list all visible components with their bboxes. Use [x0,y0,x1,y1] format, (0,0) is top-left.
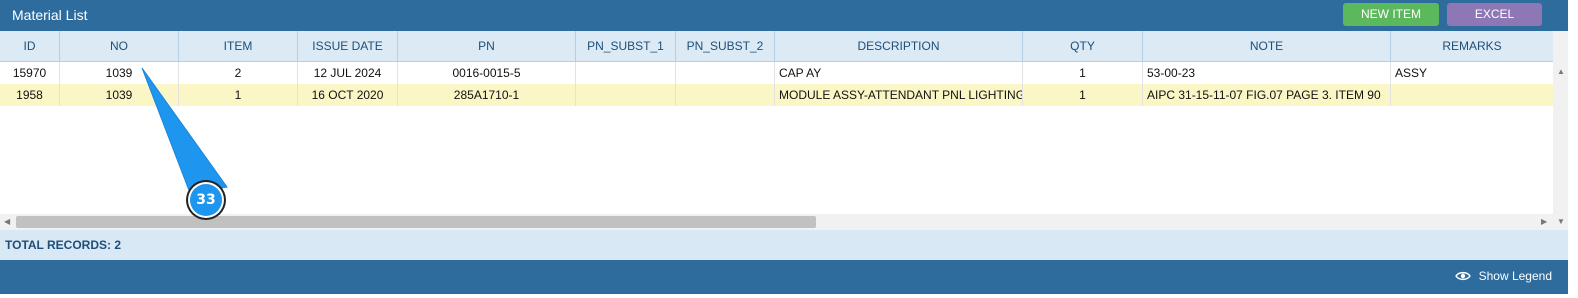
horizontal-scrollbar[interactable]: ◀ ▶ [0,214,1553,230]
cell-remarks: ASSY [1395,66,1428,80]
cell-item: 2 [179,62,298,84]
table-row[interactable]: 15970 1039 2 12 JUL 2024 0016-0015-5 CAP… [0,62,1553,85]
column-header-pn[interactable]: PN [398,31,576,61]
cell-pn-subst-1 [576,62,676,84]
cell-qty: 1 [1023,62,1143,84]
cell-no: 1039 [60,84,179,106]
vertical-scrollbar[interactable]: ▲ ▼ [1553,31,1568,230]
cell-note: AIPC 31-15-11-07 FIG.07 PAGE 3. ITEM 90 [1143,84,1391,106]
cell-description: MODULE ASSY-ATTENDANT PNL LIGHTING [775,84,1023,106]
column-header-id[interactable]: ID [0,31,60,61]
column-header-pn-subst-1[interactable]: PN_SUBST_1 [576,31,676,61]
eye-icon [1454,271,1471,281]
show-legend-button[interactable]: Show Legend [1454,269,1552,283]
cell-note: 53-00-23 [1143,62,1391,84]
column-header-remarks[interactable]: REMARKS [1391,31,1553,61]
cell-item: 1 [179,84,298,106]
column-header-issue-date[interactable]: ISSUE DATE [298,31,398,61]
bottom-toolbar: Show Legend [0,260,1568,294]
cell-pn: 285A1710-1 [398,84,576,106]
cell-pn-subst-2 [676,62,775,84]
column-header-description[interactable]: DESCRIPTION [775,31,1023,61]
cell-remarks [1391,84,1553,106]
cell-no: 1039 [60,62,179,84]
cell-pn-subst-1 [576,84,676,106]
table-row[interactable]: 1958 1039 1 16 OCT 2020 285A1710-1 MODUL… [0,84,1553,106]
scrollbar-thumb[interactable] [16,216,816,228]
new-item-button[interactable]: NEW ITEM [1343,3,1439,26]
column-header-note[interactable]: NOTE [1143,31,1391,61]
callout-number: 33 [196,192,216,208]
excel-button[interactable]: EXCEL [1447,3,1542,26]
column-header-pn-subst-2[interactable]: PN_SUBST_2 [676,31,775,61]
column-header-no[interactable]: NO [60,31,179,61]
cell-pn: 0016-0015-5 [398,62,576,84]
column-header-item[interactable]: ITEM [179,31,298,61]
window-title: Material List [12,7,88,23]
cell-pn-subst-2 [676,84,775,106]
show-legend-label: Show Legend [1478,269,1552,283]
cell-issue-date: 12 JUL 2024 [298,62,398,84]
arrow-down-icon[interactable]: ▼ [1557,217,1565,227]
total-records: TOTAL RECORDS: 2 [5,238,122,252]
cell-issue-date: 16 OCT 2020 [298,84,398,106]
window-header: Material List NEW ITEM EXCEL [0,0,1568,31]
cell-qty: 1 [1023,84,1143,106]
cell-id: 1958 [0,84,60,106]
grid-header: ID NO ITEM ISSUE DATE PN PN_SUBST_1 PN_S… [0,31,1553,62]
arrow-right-icon[interactable]: ▶ [1541,217,1547,227]
arrow-up-icon[interactable]: ▲ [1557,67,1565,77]
cell-id: 15970 [0,62,60,84]
arrow-left-icon[interactable]: ◀ [4,217,10,227]
status-bar: TOTAL RECORDS: 2 [0,230,1568,260]
cell-description: CAP AY [775,62,1023,84]
column-header-qty[interactable]: QTY [1023,31,1143,61]
